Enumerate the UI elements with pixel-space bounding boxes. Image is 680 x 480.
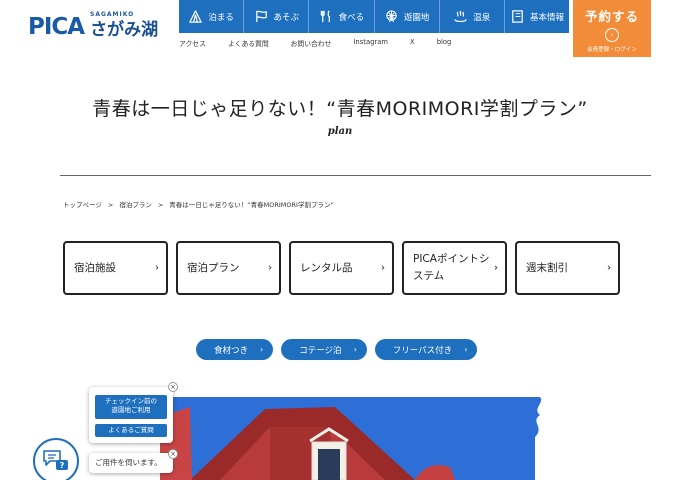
- pill-cottage[interactable]: コテージ泊 ›: [281, 339, 367, 360]
- tent-icon: [189, 10, 203, 23]
- subnav-contact[interactable]: お問い合わせ: [291, 38, 332, 48]
- nav-label: 基本情報: [529, 12, 564, 23]
- subnav-access[interactable]: アクセス: [179, 38, 206, 48]
- chat-faq-button[interactable]: よくあるご質問: [95, 424, 167, 437]
- chevron-right-icon: ›: [381, 262, 385, 274]
- sub-nav: アクセス よくある質問 お問い合わせ Instagram X blog: [179, 38, 473, 48]
- chat-icon: ?: [43, 450, 68, 470]
- ferris-wheel-icon: [386, 10, 397, 23]
- chat-checkin-amusement-button[interactable]: チェックイン前の 遊園地ご利用: [95, 395, 167, 419]
- card-weekend-discount[interactable]: 週末割引 ›: [515, 241, 620, 295]
- nav-label: 遊園地: [403, 12, 430, 23]
- nav-label: 温泉: [473, 12, 491, 23]
- reserve-sub-label: 会員登録・ログイン: [587, 47, 637, 53]
- cottage-illustration: [160, 397, 563, 480]
- pill-free-pass[interactable]: フリーパス付き ›: [374, 339, 478, 360]
- svg-text:?: ?: [60, 461, 65, 470]
- chat-greeting-bubble[interactable]: ご用件を伺います。: [89, 453, 173, 473]
- divider: [60, 175, 651, 176]
- nav-item-stay[interactable]: 泊まる: [179, 0, 243, 33]
- nav-label: あそぶ: [273, 12, 300, 23]
- subnav-x[interactable]: X: [410, 38, 415, 48]
- tag-pills: 食材つき › コテージ泊 › フリーパス付き ›: [196, 339, 478, 360]
- card-point-system[interactable]: PICAポイントシステム ›: [402, 241, 507, 295]
- chevron-right-icon: ›: [353, 345, 357, 354]
- nav-item-eat[interactable]: 食べる: [308, 0, 373, 33]
- chevron-right-icon: ›: [155, 262, 159, 274]
- nav-item-onsen[interactable]: 温泉: [438, 0, 504, 33]
- page-subtitle: plan: [327, 126, 353, 137]
- close-icon[interactable]: ×: [168, 382, 178, 392]
- hero-image: [160, 397, 563, 480]
- nav-item-play[interactable]: あそぶ: [243, 0, 308, 33]
- card-label: 宿泊プラン: [187, 261, 240, 274]
- category-cards: 宿泊施設 › 宿泊プラン › レンタル品 › PICAポイントシステム › 週末…: [63, 241, 620, 295]
- logo-name: さがみ湖: [90, 19, 159, 40]
- main-nav: 泊まる あそぶ 食べる 遊園地 温泉 基本情報: [179, 0, 569, 33]
- breadcrumb-current: 青春は一日じゃ足りない！“青春MORIMORI学割プラン”: [169, 201, 334, 209]
- pill-label: 食材つき: [214, 345, 249, 356]
- chevron-right-icon: ›: [268, 262, 272, 274]
- pill-label: フリーパス付き: [392, 345, 453, 356]
- logo-sub: SAGAMIKO: [90, 11, 135, 18]
- chat-open-button[interactable]: ?: [33, 438, 79, 480]
- logo-mark: PICA: [28, 14, 85, 40]
- breadcrumb-top[interactable]: トップページ: [63, 201, 102, 209]
- reserve-label: 予約する: [584, 9, 639, 24]
- card-label: PICAポイントシステム: [413, 253, 490, 282]
- breadcrumb: トップページ > 宿泊プラン > 青春は一日じゃ足りない！“青春MORIMORI学割プラ…: [63, 199, 334, 209]
- card-label: レンタル品: [300, 261, 353, 274]
- chevron-right-icon: ›: [260, 345, 264, 354]
- nav-item-info[interactable]: 基本情報: [503, 0, 569, 33]
- pill-ingredients[interactable]: 食材つき ›: [196, 339, 274, 360]
- card-rentals[interactable]: レンタル品 ›: [289, 241, 394, 295]
- close-icon[interactable]: ×: [168, 449, 178, 459]
- chevron-right-icon: ›: [607, 262, 611, 274]
- pill-label: コテージ泊: [299, 345, 342, 356]
- chevron-right-icon: ›: [494, 262, 498, 274]
- nav-label: 泊まる: [208, 12, 234, 23]
- subnav-blog[interactable]: blog: [437, 38, 452, 48]
- chevron-right-icon: ›: [464, 345, 468, 354]
- card-stay-plans[interactable]: 宿泊プラン ›: [176, 241, 281, 295]
- breadcrumb-separator: >: [157, 201, 164, 209]
- site-header: PICA SAGAMIKO さがみ湖 泊まる あそぶ 食べる 遊園地 温泉 基本…: [0, 0, 680, 57]
- card-label: 週末割引: [526, 261, 568, 274]
- chat-panel: チェックイン前の 遊園地ご利用 よくあるご質問: [89, 387, 173, 443]
- breadcrumb-separator: >: [107, 201, 114, 209]
- subnav-faq[interactable]: よくある質問: [228, 38, 269, 48]
- arrow-right-icon: ›: [605, 28, 619, 42]
- reserve-button[interactable]: 予約する › 会員登録・ログイン: [573, 0, 651, 57]
- fork-knife-icon: [320, 10, 330, 23]
- card-label: 宿泊施設: [74, 261, 116, 274]
- site-logo[interactable]: PICA SAGAMIKO さがみ湖: [28, 11, 159, 42]
- hot-spring-icon: [454, 10, 467, 23]
- card-facilities[interactable]: 宿泊施設 ›: [63, 241, 168, 295]
- page-title: 青春は一日じゃ足りない！“青春MORIMORI学割プラン”: [92, 98, 588, 120]
- breadcrumb-plans[interactable]: 宿泊プラン: [119, 201, 152, 209]
- flag-icon: [255, 10, 267, 23]
- book-icon: [512, 10, 523, 23]
- subnav-instagram[interactable]: Instagram: [353, 38, 388, 48]
- nav-item-amusement[interactable]: 遊園地: [373, 0, 439, 33]
- nav-label: 食べる: [338, 12, 365, 23]
